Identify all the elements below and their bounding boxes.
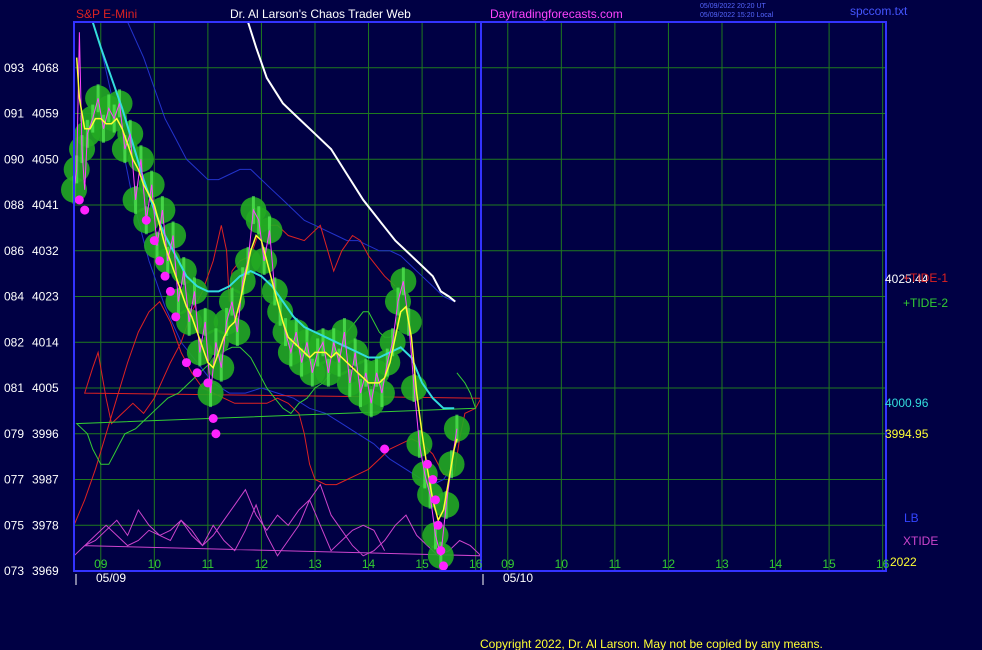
copyright: Copyright 2022, Dr. Al Larson. May not b… <box>480 637 823 650</box>
y-tick-value: 3978 <box>32 518 59 532</box>
data-filename: spccom.txt <box>850 4 908 18</box>
turn-marker <box>422 459 432 469</box>
x-tick-label: 15 <box>415 557 429 571</box>
y-tick-value: 4041 <box>32 198 59 212</box>
turn-marker <box>181 358 191 368</box>
turn-marker <box>380 444 390 454</box>
y-tick-value: 4023 <box>32 290 59 304</box>
label-xtide: XTIDE <box>903 534 938 548</box>
x-tick-label: 15 <box>822 557 836 571</box>
turn-marker <box>436 546 446 556</box>
background <box>0 0 982 650</box>
y-tick-value: 4014 <box>32 335 59 349</box>
y-tick-left: 075 <box>4 518 24 532</box>
y-tick-value: 4059 <box>32 107 59 121</box>
x-tick-label: 12 <box>255 557 269 571</box>
turn-marker <box>208 414 218 423</box>
x-tick-label: 12 <box>662 557 676 571</box>
turn-marker <box>211 429 221 439</box>
timestamp-ut: 05/09/2022 20:20 UT <box>700 3 766 10</box>
x-tick-label: 09 <box>501 557 515 571</box>
turn-marker <box>171 312 181 322</box>
y-tick-value: 3996 <box>32 427 59 441</box>
label-tide1: +TIDE-1 <box>903 271 948 285</box>
y-tick-value: 4005 <box>32 381 59 395</box>
x-tick-label: 14 <box>362 557 376 571</box>
date-label: 05/10 <box>503 571 533 585</box>
x-tick-label: 16 <box>876 557 890 571</box>
x-tick-label: 10 <box>148 557 162 571</box>
site-title: Dr. Al Larson's Chaos Trader Web <box>230 7 411 21</box>
y-tick-value: 4068 <box>32 61 59 75</box>
y-tick-left: 093 <box>4 61 24 75</box>
x-tick-label: 09 <box>94 557 108 571</box>
y-tick-left: 088 <box>4 198 24 212</box>
label-year: 2022 <box>890 555 917 569</box>
y-tick-left: 082 <box>4 335 24 349</box>
turn-marker <box>155 256 165 266</box>
y-tick-value: 3987 <box>32 473 59 487</box>
turn-marker <box>433 520 443 530</box>
y-tick-left: 084 <box>4 290 24 304</box>
label-ma-slow: 4000.96 <box>885 396 929 410</box>
x-tick-label: 13 <box>715 557 729 571</box>
turn-marker <box>439 561 449 571</box>
label-ma-fast: 3994.95 <box>885 427 929 441</box>
turn-marker <box>80 205 90 215</box>
y-tick-left: 090 <box>4 152 24 166</box>
y-tick-left: 081 <box>4 381 24 395</box>
timestamp-local: 05/09/2022 15:20 Local <box>700 12 774 19</box>
turn-marker <box>192 368 202 378</box>
y-tick-left: 086 <box>4 244 24 258</box>
turn-marker <box>428 475 438 484</box>
x-tick-label: 10 <box>555 557 569 571</box>
y-tick-value: 4032 <box>32 244 59 258</box>
turn-marker <box>203 378 213 388</box>
y-tick-value: 4050 <box>32 152 59 166</box>
y-tick-left: 079 <box>4 427 24 441</box>
turn-marker <box>160 271 170 281</box>
turn-marker <box>74 195 84 205</box>
label-tide2: +TIDE-2 <box>903 296 948 310</box>
y-tick-value: 3969 <box>32 564 59 578</box>
y-tick-left: 077 <box>4 473 24 487</box>
x-tick-label: 13 <box>308 557 322 571</box>
x-tick-label: 16 <box>469 557 483 571</box>
date-label: 05/09 <box>96 571 126 585</box>
y-tick-left: 073 <box>4 564 24 578</box>
turn-marker <box>165 286 175 296</box>
instrument-title: S&P E-Mini <box>76 7 137 21</box>
turn-marker <box>149 236 159 246</box>
chart-canvas: 073 3969 075 3978 077 3987 079 3996 081 4005 082 40… <box>0 0 982 650</box>
label-lb: LB <box>904 511 919 525</box>
y-tick-left: 091 <box>4 107 24 121</box>
site-url[interactable]: Daytradingforecasts.com <box>490 7 623 21</box>
x-tick-label: 14 <box>769 557 783 571</box>
x-tick-label: 11 <box>202 557 215 571</box>
turn-marker <box>141 215 151 225</box>
turn-marker <box>430 495 440 505</box>
x-tick-label: 11 <box>609 557 622 571</box>
